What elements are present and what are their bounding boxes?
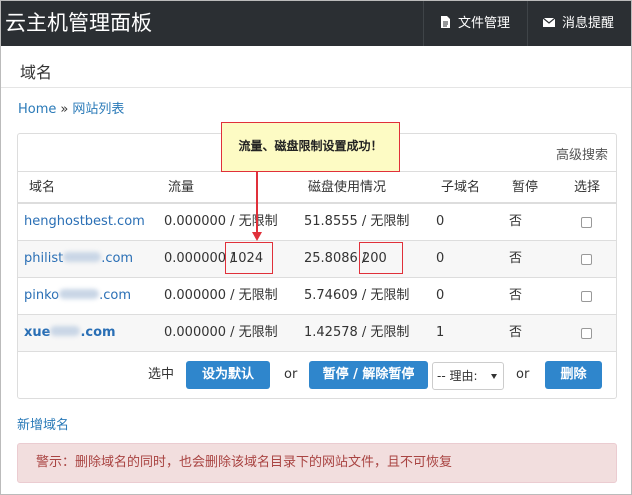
traffic-limit-highlight bbox=[225, 242, 273, 274]
table-header: 域名 流量 磁盘使用情况 子域名 暂停 选择 bbox=[18, 171, 616, 204]
domain-link[interactable]: pinko .com bbox=[24, 278, 131, 314]
file-icon bbox=[441, 16, 450, 28]
set-default-button[interactable]: 设为默认 bbox=[186, 361, 270, 389]
app-title: 云主机管理面板 bbox=[5, 11, 152, 35]
domain-table-panel: 高级搜索 域名 流量 磁盘使用情况 子域名 暂停 选择 henghostbest… bbox=[17, 133, 617, 399]
col-domain: 域名 bbox=[29, 180, 56, 195]
disk-cell: 1.42578 / 无限制 bbox=[304, 325, 410, 340]
top-navbar: 云主机管理面板 文件管理 消息提醒 bbox=[1, 1, 631, 46]
delete-button[interactable]: 删除 bbox=[545, 361, 602, 389]
paused-cell: 否 bbox=[509, 251, 523, 266]
disk-used: 25.8086 / bbox=[304, 251, 367, 266]
traffic-used: 0.000000 / bbox=[164, 251, 235, 266]
disk-cell: 5.74609 / 无限制 bbox=[304, 288, 410, 303]
domain-prefix: xue bbox=[24, 325, 51, 340]
advanced-search-link[interactable]: 高级搜索 bbox=[556, 144, 608, 163]
table-row: xue .com 0.000000 / 无限制 1.42578 / 无限制 1 否 bbox=[18, 315, 616, 352]
paused-cell: 否 bbox=[509, 288, 523, 303]
selected-label: 选中 bbox=[148, 367, 175, 382]
page-header: 域名 bbox=[1, 46, 631, 88]
success-callout: 流量、磁盘限制设置成功！ bbox=[221, 122, 400, 172]
callout-arrow-head-icon bbox=[252, 232, 262, 241]
row-checkbox[interactable] bbox=[581, 328, 592, 339]
col-traffic: 流量 bbox=[168, 180, 195, 195]
paused-cell: 否 bbox=[509, 214, 523, 229]
reason-select-value: -- 理由: bbox=[437, 369, 478, 383]
file-manager-label: 文件管理 bbox=[458, 16, 511, 31]
col-subdomain: 子域名 bbox=[441, 180, 481, 195]
suspend-toggle-button[interactable]: 暂停 / 解除暂停 bbox=[309, 361, 428, 389]
redacted-mask bbox=[63, 252, 102, 262]
traffic-cell: 0.000000 / 无限制 bbox=[164, 325, 278, 340]
col-select: 选择 bbox=[574, 180, 601, 195]
table-row: philist .com 0.000000 / 1024 25.8086 / 20… bbox=[18, 241, 616, 278]
paused-cell: 否 bbox=[509, 325, 523, 340]
bulk-actions: 选中 设为默认 or 暂停 / 解除暂停 -- 理由: or 删除 bbox=[18, 352, 616, 398]
warning-alert: 警示：删除域名的同时，也会删除该域名目录下的网站文件，且不可恢复 bbox=[17, 443, 617, 483]
table-row: henghostbest.com 0.000000 / 无限制 51.8555 … bbox=[18, 204, 616, 241]
messages-label: 消息提醒 bbox=[562, 16, 615, 31]
traffic-cell: 0.000000 / 无限制 bbox=[164, 288, 278, 303]
domain-link[interactable]: henghostbest.com bbox=[24, 204, 145, 240]
col-disk: 磁盘使用情况 bbox=[308, 180, 387, 195]
breadcrumb-home-link[interactable]: Home bbox=[18, 102, 56, 117]
domain-suffix: .com bbox=[101, 251, 134, 266]
row-checkbox[interactable] bbox=[581, 254, 592, 265]
col-paused: 暂停 bbox=[512, 180, 539, 195]
table-row: pinko .com 0.000000 / 无限制 5.74609 / 无限制 0… bbox=[18, 278, 616, 315]
callout-arrow-line bbox=[256, 172, 258, 234]
subdomain-cell: 1 bbox=[436, 325, 445, 340]
reason-select[interactable]: -- 理由: bbox=[432, 362, 504, 390]
or-label: or bbox=[284, 367, 298, 382]
breadcrumb-separator: » bbox=[60, 102, 69, 117]
subdomain-cell: 0 bbox=[436, 288, 445, 303]
caret-down-icon bbox=[491, 374, 497, 379]
disk-cell: 51.8555 / 无限制 bbox=[304, 214, 410, 229]
page-title: 域名 bbox=[20, 63, 53, 82]
domain-suffix: .com bbox=[80, 325, 116, 340]
redacted-mask bbox=[59, 289, 100, 299]
domain-suffix: .com bbox=[99, 288, 132, 303]
domain-link[interactable]: philist .com bbox=[24, 241, 133, 277]
envelope-icon bbox=[542, 17, 556, 27]
row-checkbox[interactable] bbox=[581, 291, 592, 302]
domain-prefix: philist bbox=[24, 251, 64, 266]
domain-prefix: pinko bbox=[24, 288, 60, 303]
add-domain-link[interactable]: 新增域名 bbox=[17, 414, 69, 433]
subdomain-cell: 0 bbox=[436, 214, 445, 229]
messages-button[interactable]: 消息提醒 bbox=[527, 1, 631, 46]
subdomain-cell: 0 bbox=[436, 251, 445, 266]
or-label: or bbox=[516, 367, 530, 382]
disk-limit-highlight bbox=[359, 242, 403, 274]
row-checkbox[interactable] bbox=[581, 217, 592, 228]
file-manager-button[interactable]: 文件管理 bbox=[423, 1, 527, 46]
domain-link[interactable]: xue .com bbox=[24, 315, 116, 351]
breadcrumb: Home » 网站列表 bbox=[18, 98, 124, 117]
breadcrumb-site-list-link[interactable]: 网站列表 bbox=[72, 102, 124, 117]
redacted-mask bbox=[50, 326, 81, 336]
